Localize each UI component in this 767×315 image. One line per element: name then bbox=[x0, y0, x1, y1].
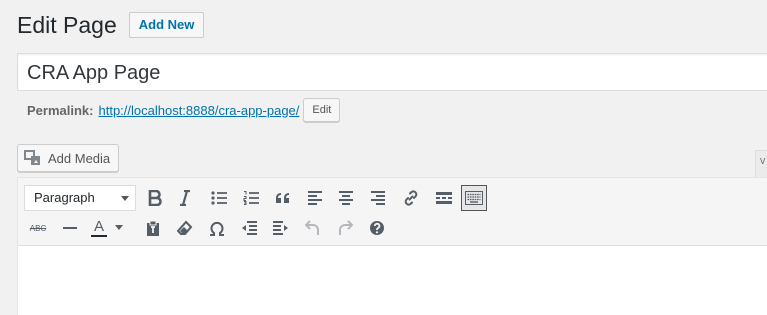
format-select-value: Paragraph bbox=[34, 190, 95, 205]
permalink-row: Permalink: http://localhost:8888/cra-app… bbox=[27, 98, 341, 122]
chevron-down-icon[interactable] bbox=[112, 215, 126, 241]
italic-icon[interactable] bbox=[172, 185, 198, 211]
post-title-input[interactable]: CRA App Page bbox=[17, 53, 767, 91]
strikethrough-icon[interactable]: ABC bbox=[25, 215, 51, 241]
special-character-icon[interactable] bbox=[204, 215, 230, 241]
strikethrough-label: ABC bbox=[29, 223, 47, 233]
align-right-icon[interactable] bbox=[365, 185, 391, 211]
media-icon bbox=[24, 150, 42, 166]
permalink-edit-button[interactable]: Edit bbox=[303, 98, 341, 122]
help-icon[interactable] bbox=[364, 215, 390, 241]
link-icon[interactable] bbox=[398, 185, 424, 211]
bulleted-list-icon[interactable] bbox=[206, 185, 232, 211]
read-more-icon[interactable] bbox=[431, 185, 457, 211]
post-title-value: CRA App Page bbox=[27, 62, 161, 84]
indent-icon[interactable] bbox=[268, 215, 294, 241]
toolbar-row-1: Paragraph bbox=[18, 183, 767, 213]
permalink-link[interactable]: http://localhost:8888/cra-app-page/ bbox=[98, 103, 299, 118]
align-left-icon[interactable] bbox=[302, 185, 328, 211]
toolbar-row-2: ABC A bbox=[18, 213, 767, 243]
page-heading-row: Edit Page Add New bbox=[17, 10, 205, 40]
add-media-label: Add Media bbox=[48, 150, 111, 166]
toolbar-toggle-icon[interactable] bbox=[461, 185, 487, 211]
text-color-bar bbox=[91, 235, 107, 237]
editor-toolbar: Paragraph ABC A bbox=[18, 178, 767, 246]
align-center-icon[interactable] bbox=[333, 185, 359, 211]
redo-icon[interactable] bbox=[332, 215, 358, 241]
content-editor: Paragraph ABC A bbox=[17, 177, 767, 315]
page-title: Edit Page bbox=[17, 12, 117, 38]
add-media-button[interactable]: Add Media bbox=[17, 144, 120, 172]
outdent-icon[interactable] bbox=[236, 215, 262, 241]
format-select[interactable]: Paragraph bbox=[24, 185, 136, 211]
editor-visual-tab[interactable]: V bbox=[755, 150, 767, 180]
text-color-icon[interactable]: A bbox=[88, 215, 110, 241]
bold-icon[interactable] bbox=[142, 185, 168, 211]
undo-icon[interactable] bbox=[300, 215, 326, 241]
chevron-down-icon bbox=[121, 196, 129, 201]
clear-formatting-icon[interactable] bbox=[172, 215, 198, 241]
text-color-label: A bbox=[93, 218, 104, 235]
paste-as-text-icon[interactable] bbox=[140, 215, 166, 241]
text-color-button: A bbox=[91, 218, 107, 238]
permalink-label: Permalink: bbox=[27, 102, 94, 118]
numbered-list-icon[interactable] bbox=[238, 185, 264, 211]
editor-content-area[interactable] bbox=[18, 247, 767, 315]
blockquote-icon[interactable] bbox=[270, 185, 296, 211]
add-new-button[interactable]: Add New bbox=[128, 12, 205, 38]
horizontal-line-icon[interactable] bbox=[57, 215, 83, 241]
